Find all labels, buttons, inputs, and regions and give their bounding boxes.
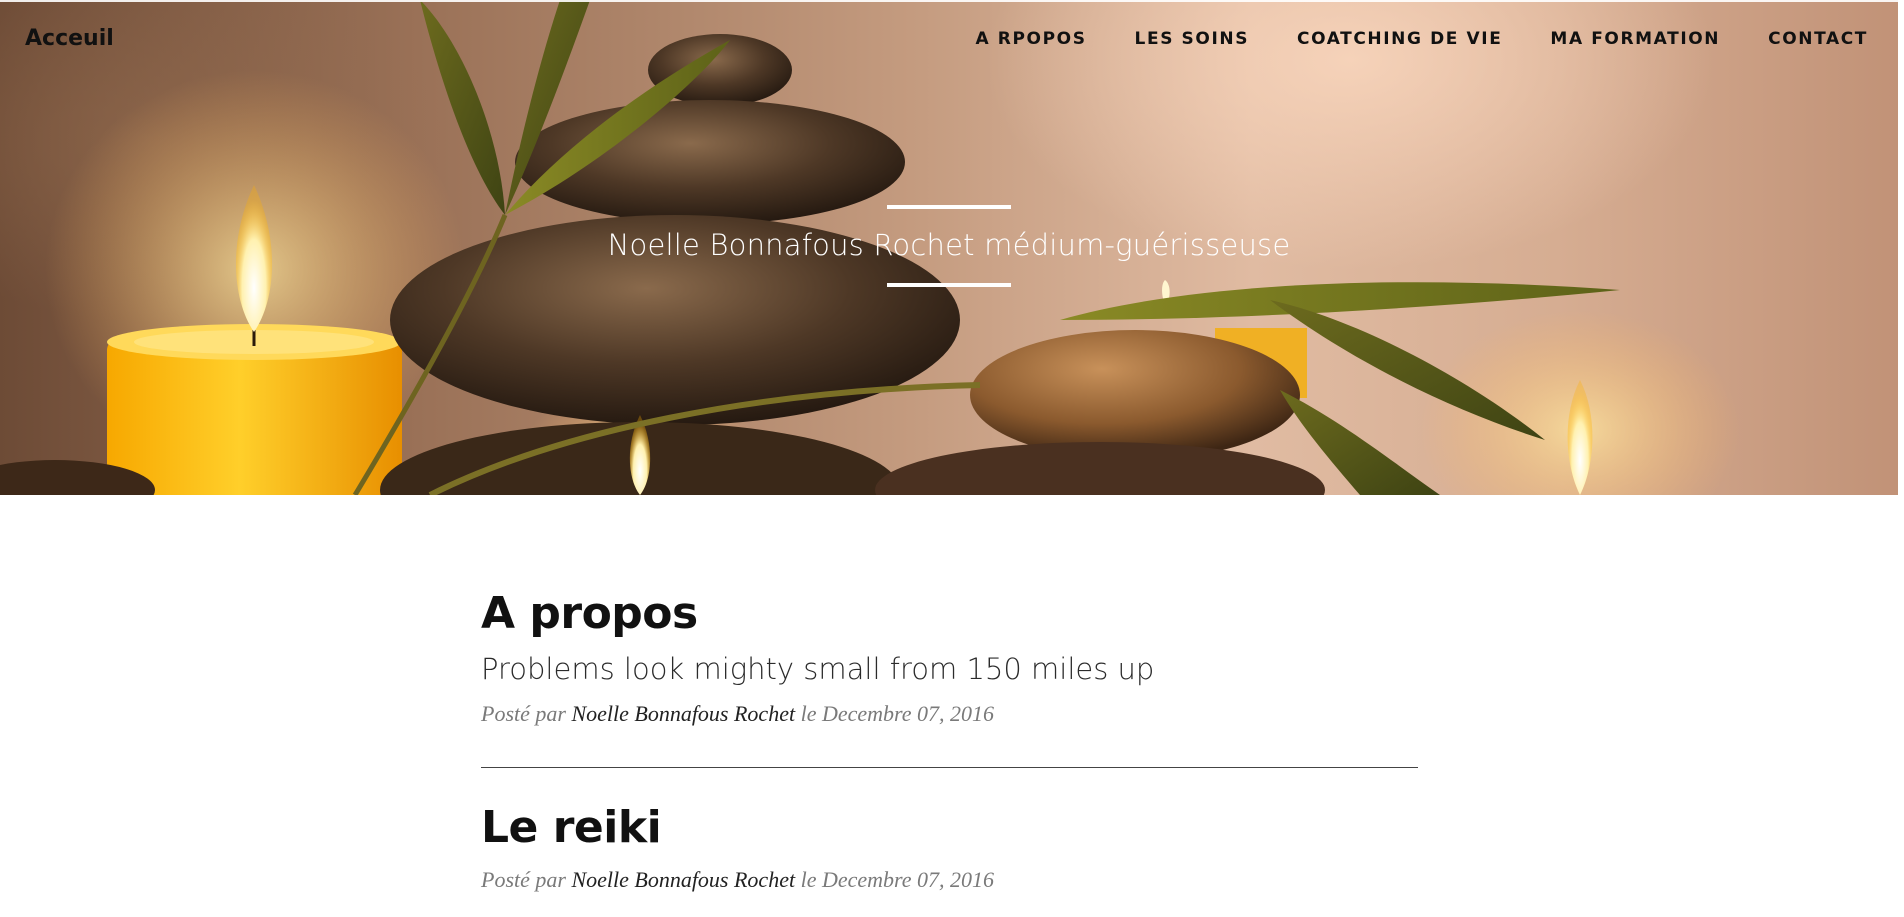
post-author-link[interactable]: Noelle Bonnafous Rochet <box>571 701 795 726</box>
post-link-a-propos[interactable]: A propos Problems look mighty small from… <box>481 588 1418 687</box>
page-edge-strip <box>1898 0 1904 495</box>
site-subheading: Noelle Bonnafous Rochet médium-guérisseu… <box>607 228 1291 262</box>
post-item: A propos Problems look mighty small from… <box>481 588 1418 727</box>
post-divider <box>481 767 1418 769</box>
nav-link-a-propos[interactable]: A RPOPOS <box>976 29 1087 49</box>
brand-link-home[interactable]: Acceuil <box>25 26 114 51</box>
post-meta-date: le Decembre 07, 2016 <box>800 866 995 892</box>
post-item: Le reiki Posté par Noelle Bonnafous Roch… <box>481 802 1418 893</box>
heading-rule-bottom <box>887 283 1011 288</box>
nav-link-contact[interactable]: CONTACT <box>1768 29 1868 49</box>
post-meta-prefix: Posté par <box>481 701 566 727</box>
nav-link-les-soins[interactable]: LES SOINS <box>1135 29 1250 49</box>
post-author-link[interactable]: Noelle Bonnafous Rochet <box>571 867 795 892</box>
post-title: A propos <box>481 588 698 639</box>
post-meta: Posté par Noelle Bonnafous Rochet le Dec… <box>481 867 1418 893</box>
nav-link-formation[interactable]: MA FORMATION <box>1550 29 1720 49</box>
site-heading: Noelle Bonnafous Rochet médium-guérisseu… <box>0 205 1898 288</box>
top-navbar: Acceuil A RPOPOS LES SOINS COATCHING DE … <box>0 0 1898 80</box>
hero-header: Acceuil A RPOPOS LES SOINS COATCHING DE … <box>0 0 1898 495</box>
nav-menu: A RPOPOS LES SOINS COATCHING DE VIE MA F… <box>976 29 1869 49</box>
post-subtitle: Problems look mighty small from 150 mile… <box>481 652 1155 687</box>
nav-link-coaching[interactable]: COATCHING DE VIE <box>1297 29 1502 49</box>
post-title: Le reiki <box>481 802 662 854</box>
post-meta-prefix: Posté par <box>481 866 566 892</box>
post-list: A propos Problems look mighty small from… <box>481 588 1418 893</box>
post-link-le-reiki[interactable]: Le reiki <box>481 802 1418 854</box>
post-meta: Posté par Noelle Bonnafous Rochet le Dec… <box>481 701 1418 727</box>
heading-rule-top <box>887 205 1011 209</box>
post-meta-date: le Decembre 07, 2016 <box>800 701 995 727</box>
